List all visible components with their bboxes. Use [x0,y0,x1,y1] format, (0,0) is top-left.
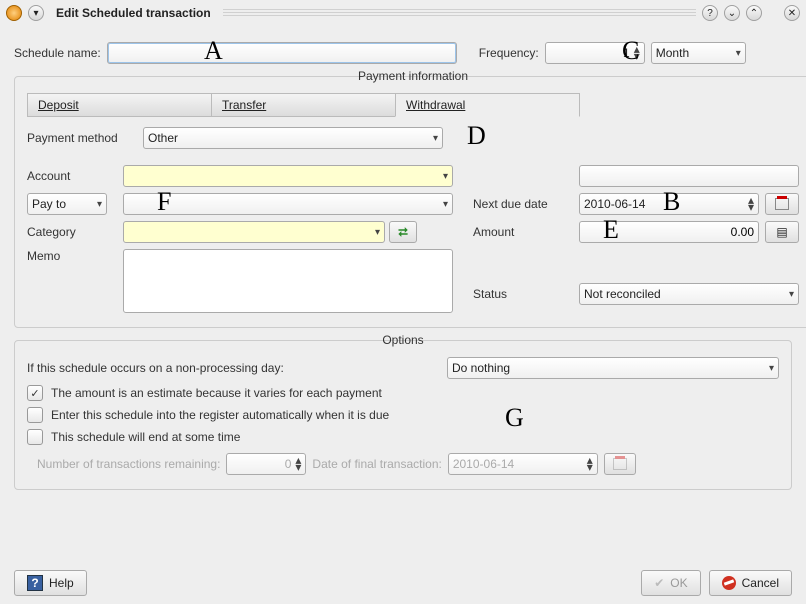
tab-deposit[interactable]: Deposit [27,93,212,117]
options-section: Options If this schedule occurs on a non… [14,340,792,490]
help-label: Help [49,576,74,590]
status-value: Not reconciled [584,287,661,301]
calculator-icon: ▤ [776,225,787,239]
cancel-icon [722,576,736,590]
chevron-down-icon: ▾ [97,199,102,210]
help-icon: ? [27,575,43,591]
schedule-name-input[interactable] [107,42,457,64]
ok-label: OK [670,576,687,590]
status-label: Status [473,287,573,301]
payment-method-value: Other [148,131,178,145]
end-label: This schedule will end at some time [51,430,240,444]
memo-label: Memo [27,249,117,263]
chevron-down-icon: ▾ [789,289,794,300]
spin-arrows-icon: ▴▾ [587,457,593,471]
frequency-spin[interactable]: 1 ▴▾ [545,42,645,64]
estimate-label: The amount is an estimate because it var… [51,386,382,400]
chevron-down-icon: ▾ [375,227,380,238]
frequency-unit-value: Month [656,46,689,60]
payto-direction-select[interactable]: Pay to ▾ [27,193,107,215]
tab-withdrawal[interactable]: Withdrawal [395,93,580,117]
remaining-label: Number of transactions remaining: [37,457,220,471]
payment-section-title: Payment information [27,69,799,83]
frequency-label: Frequency: [479,46,539,60]
cancel-button[interactable]: Cancel [709,570,792,596]
memo-input[interactable] [123,249,453,313]
auto-checkbox[interactable] [27,407,43,423]
remaining-value: 0 [285,457,292,471]
payto-select[interactable]: ▾ [123,193,453,215]
spin-arrows-icon: ▴▾ [748,197,754,211]
end-checkbox[interactable] [27,429,43,445]
calendar-icon [613,458,627,470]
chevron-down-icon: ▾ [443,171,448,182]
chevron-down-icon: ▾ [433,133,438,144]
window-title: Edit Scheduled transaction [56,6,211,20]
final-date-value: 2010-06-14 [453,457,514,471]
calendar-button[interactable] [765,193,799,215]
frequency-unit-select[interactable]: Month ▾ [651,42,746,64]
calculator-button[interactable]: ▤ [765,221,799,243]
nonproc-select[interactable]: Do nothing ▾ [447,357,779,379]
split-arrow-icon: ⮂ [398,225,408,240]
estimate-checkbox[interactable]: ✓ [27,385,43,401]
ok-button: ✔ OK [641,570,700,596]
status-select[interactable]: Not reconciled ▾ [579,283,799,305]
check-icon: ✔ [654,576,664,590]
maximize-icon[interactable]: ⌃ [746,5,762,21]
payment-tabs: Deposit Transfer Withdrawal [27,93,799,117]
window-titlebar: ▾ Edit Scheduled transaction ? ⌄ ⌃ ✕ [0,0,806,26]
chevron-down-icon: ▾ [443,199,448,210]
final-date-label: Date of final transaction: [312,457,441,471]
next-due-date-input[interactable]: 2010-06-14 ▴▾ [579,193,759,215]
account-label: Account [27,169,117,183]
amount-label: Amount [473,225,573,239]
payto-label: Pay to [32,197,66,211]
marker-d: D [467,121,486,151]
amount-input[interactable] [579,221,759,243]
titlebar-decoration [223,9,696,17]
schedule-name-label: Schedule name: [14,46,101,60]
window-menu-icon[interactable]: ▾ [28,5,44,21]
spin-arrows-icon: ▴▾ [634,46,640,60]
final-date-input: 2010-06-14 ▴▾ [448,453,598,475]
payment-method-label: Payment method [27,131,137,145]
calendar-icon [775,198,789,210]
nonproc-label: If this schedule occurs on a non-process… [27,361,427,375]
frequency-value: 1 [623,46,630,60]
nonproc-value: Do nothing [452,361,510,375]
category-select[interactable]: ▾ [123,221,385,243]
account-select[interactable]: ▾ [123,165,453,187]
close-icon[interactable]: ✕ [784,5,800,21]
payment-section: Payment information Deposit Transfer Wit… [14,76,806,328]
remaining-spin: 0 ▴▾ [226,453,306,475]
options-section-title: Options [27,333,779,347]
cancel-label: Cancel [742,576,779,590]
next-due-value: 2010-06-14 [584,197,645,211]
app-icon [6,5,22,21]
minimize-icon[interactable]: ⌄ [724,5,740,21]
payment-method-select[interactable]: Other ▾ [143,127,443,149]
chevron-down-icon: ▾ [736,48,741,59]
next-due-label: Next due date [473,197,573,211]
help-button[interactable]: ? Help [14,570,87,596]
spin-arrows-icon: ▴▾ [295,457,301,471]
chevron-down-icon: ▾ [769,363,774,374]
tab-transfer[interactable]: Transfer [211,93,396,117]
dialog-footer: ? Help ✔ OK Cancel [14,570,792,596]
auto-label: Enter this schedule into the register au… [51,408,389,422]
number-input[interactable] [579,165,799,187]
final-calendar-button [604,453,636,475]
category-label: Category [27,225,117,239]
split-button[interactable]: ⮂ [389,221,417,243]
help-icon[interactable]: ? [702,5,718,21]
